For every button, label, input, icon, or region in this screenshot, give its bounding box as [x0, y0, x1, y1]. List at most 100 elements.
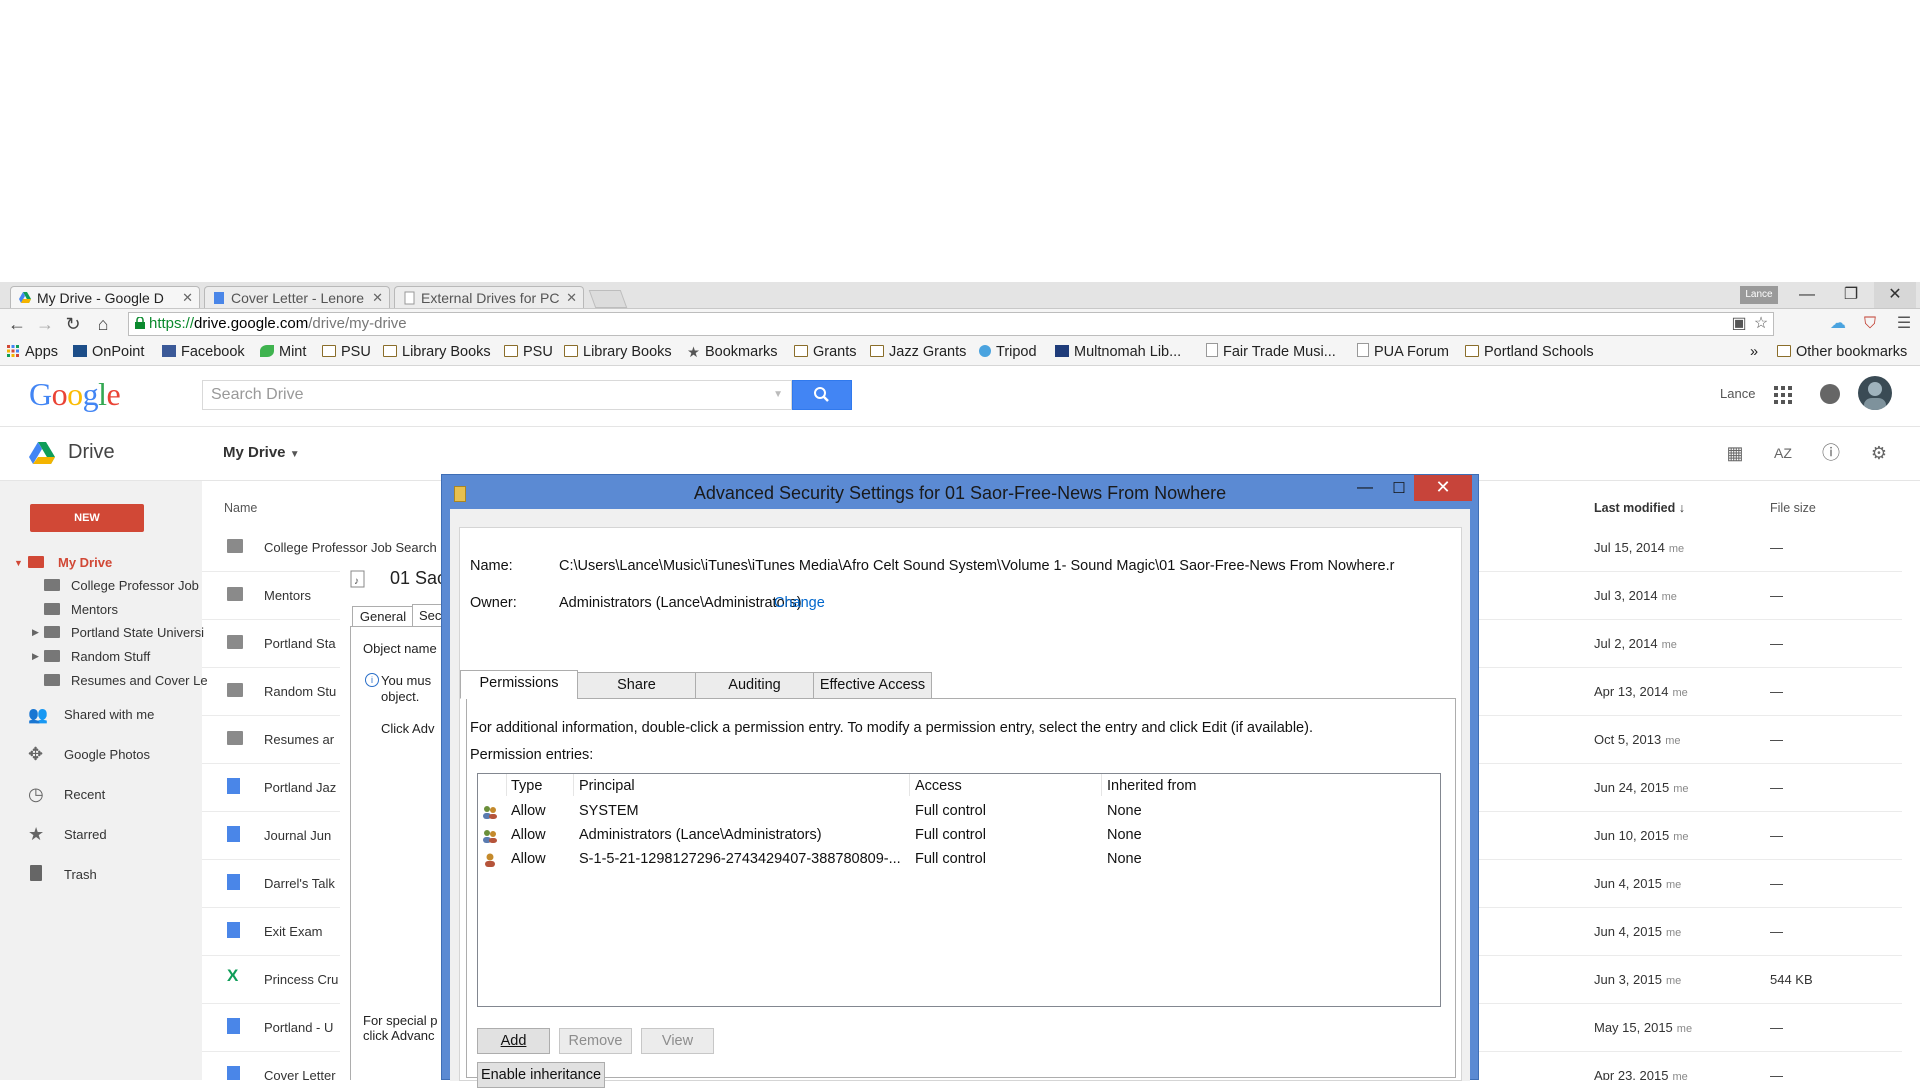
column-header-last-modified[interactable]: Last modified ↓: [1594, 501, 1685, 515]
tab-general[interactable]: General: [352, 606, 414, 628]
view-button[interactable]: View: [641, 1028, 714, 1054]
file-name: Princess Cru: [264, 972, 339, 987]
trash-icon: [30, 865, 42, 881]
page-action-icon[interactable]: ▣: [1729, 314, 1749, 334]
tab-effective-access[interactable]: Effective Access: [813, 672, 932, 699]
avatar[interactable]: [1858, 376, 1892, 410]
bookmark-onpoint[interactable]: OnPoint: [73, 342, 144, 362]
breadcrumb-label: My Drive: [223, 444, 286, 461]
expand-triangle-icon[interactable]: ▶: [32, 627, 39, 638]
file-name: Portland Sta: [264, 636, 336, 651]
dialog-titlebar[interactable]: Advanced Security Settings for 01 Saor-F…: [442, 475, 1478, 509]
add-button[interactable]: Add: [477, 1028, 550, 1054]
other-bookmarks[interactable]: Other bookmarks: [1777, 342, 1907, 362]
tab-cover-letter[interactable]: Cover Letter - Lenore ✕: [204, 286, 390, 308]
column-inherited-from[interactable]: Inherited from: [1107, 778, 1196, 794]
browser-toolbar: ← → ↻ ⌂ https://drive.google.com/drive/m…: [0, 309, 1920, 339]
new-tab-button[interactable]: [588, 290, 628, 308]
folder-icon: [44, 626, 60, 638]
change-owner-link[interactable]: Change: [774, 595, 825, 611]
bookmarks-overflow-button[interactable]: »: [1750, 342, 1758, 362]
search-options-icon[interactable]: ▼: [773, 381, 783, 409]
bookmark-folder-jazz-grants[interactable]: Jazz Grants: [870, 342, 966, 362]
breadcrumb[interactable]: My Drive ▼: [223, 444, 300, 461]
close-icon[interactable]: ✕: [1414, 475, 1472, 501]
bookmark-fair-trade[interactable]: Fair Trade Musi...: [1206, 342, 1336, 362]
apps-grid-icon[interactable]: [1774, 386, 1792, 404]
bookmark-label: Bookmarks: [705, 344, 778, 360]
bookmark-bookmarks[interactable]: ★ Bookmarks: [687, 342, 778, 362]
bookmark-star-icon[interactable]: ☆: [1751, 314, 1771, 334]
user-name[interactable]: Lance: [1720, 386, 1755, 401]
bookmark-tripod[interactable]: Tripod: [979, 342, 1037, 362]
bookmark-folder-library-books[interactable]: Library Books: [383, 342, 491, 362]
file-name: Portland Jaz: [264, 780, 337, 795]
remove-button[interactable]: Remove: [559, 1028, 632, 1054]
minimize-icon[interactable]: —: [1352, 479, 1378, 501]
enable-inheritance-button[interactable]: Enable inheritance: [477, 1062, 605, 1088]
bookmark-folder-psu[interactable]: PSU: [322, 342, 371, 362]
tab-my-drive[interactable]: My Drive - Google D ✕: [10, 286, 200, 308]
file-date: Apr 23, 2015: [1594, 1068, 1669, 1080]
bookmark-pua-forum[interactable]: PUA Forum: [1357, 342, 1449, 362]
music-file-icon: ♪: [350, 570, 365, 588]
close-tab-icon[interactable]: ✕: [372, 287, 383, 308]
notifications-icon[interactable]: [1820, 384, 1840, 404]
new-button[interactable]: NEW: [30, 504, 144, 532]
bookmark-multnomah[interactable]: Multnomah Lib...: [1055, 342, 1181, 362]
sort-az-icon[interactable]: AZ: [1772, 442, 1794, 464]
column-type[interactable]: Type: [511, 778, 542, 794]
column-header-name[interactable]: Name: [224, 501, 257, 515]
column-principal[interactable]: Principal: [579, 778, 635, 794]
folder-icon: [227, 635, 243, 649]
info-icon[interactable]: ⓘ: [1820, 442, 1842, 464]
permission-entry[interactable]: Allow S-1-5-21-1298127296-2743429407-388…: [478, 848, 1440, 872]
shield-extension-icon[interactable]: ⛉: [1860, 314, 1880, 334]
chrome-menu-icon[interactable]: ☰: [1894, 314, 1914, 334]
file-modified: Apr 13, 2014 me: [1594, 684, 1688, 699]
bookmark-folder-psu-2[interactable]: PSU: [504, 342, 553, 362]
close-tab-icon[interactable]: ✕: [566, 287, 577, 308]
permission-entry[interactable]: Allow SYSTEM Full control None: [478, 800, 1440, 824]
home-icon[interactable]: ⌂: [92, 313, 114, 335]
bookmark-folder-portland-schools[interactable]: Portland Schools: [1465, 342, 1594, 362]
forward-icon[interactable]: →: [34, 313, 56, 335]
bookmark-apps[interactable]: Apps: [6, 342, 58, 362]
bookmark-folder-grants[interactable]: Grants: [794, 342, 857, 362]
tab-external-drives[interactable]: External Drives for PC ✕: [394, 286, 584, 308]
permission-entries-list[interactable]: Type Principal Access Inherited from All…: [477, 773, 1441, 1007]
search-input[interactable]: Search Drive ▼: [202, 380, 792, 410]
column-access[interactable]: Access: [915, 778, 962, 794]
tab-share[interactable]: Share: [577, 672, 696, 699]
tab-auditing[interactable]: Auditing: [695, 672, 814, 699]
collapse-triangle-icon[interactable]: ▼: [14, 558, 23, 568]
entry-principal: Administrators (Lance\Administrators): [579, 827, 822, 843]
search-button[interactable]: [792, 380, 852, 410]
permission-entry[interactable]: Allow Administrators (Lance\Administrato…: [478, 824, 1440, 848]
bookmark-facebook[interactable]: Facebook: [162, 342, 245, 362]
bookmark-mint[interactable]: Mint: [260, 342, 306, 362]
entry-principal: SYSTEM: [579, 803, 639, 819]
tab-permissions[interactable]: Permissions: [460, 670, 578, 699]
restore-icon[interactable]: ❐: [1830, 282, 1872, 308]
maximize-icon[interactable]: ☐: [1386, 479, 1412, 501]
folder-icon: [1777, 345, 1791, 357]
cloud-extension-icon[interactable]: ☁: [1828, 314, 1848, 334]
bookmark-label: Multnomah Lib...: [1074, 344, 1182, 360]
bookmark-folder-library-books-2[interactable]: Library Books: [564, 342, 672, 362]
expand-triangle-icon[interactable]: ▶: [32, 651, 39, 662]
drive-logo-icon: [29, 442, 55, 464]
grid-view-icon[interactable]: ▦: [1724, 442, 1746, 464]
settings-gear-icon[interactable]: ⚙: [1868, 442, 1890, 464]
dialog-panel: Name: C:\Users\Lance\Music\iTunes\iTunes…: [459, 527, 1462, 1088]
address-bar[interactable]: https://drive.google.com/drive/my-drive …: [128, 312, 1774, 336]
window-close-icon[interactable]: ✕: [1874, 282, 1916, 308]
reload-icon[interactable]: ↻: [62, 313, 84, 335]
entry-inherited: None: [1107, 827, 1142, 843]
google-logo[interactable]: Google: [29, 376, 121, 413]
column-header-file-size[interactable]: File size: [1770, 501, 1816, 515]
back-icon[interactable]: ←: [6, 313, 28, 335]
close-tab-icon[interactable]: ✕: [182, 287, 193, 308]
minimize-icon[interactable]: —: [1786, 282, 1828, 308]
profile-badge[interactable]: Lance: [1740, 286, 1778, 304]
